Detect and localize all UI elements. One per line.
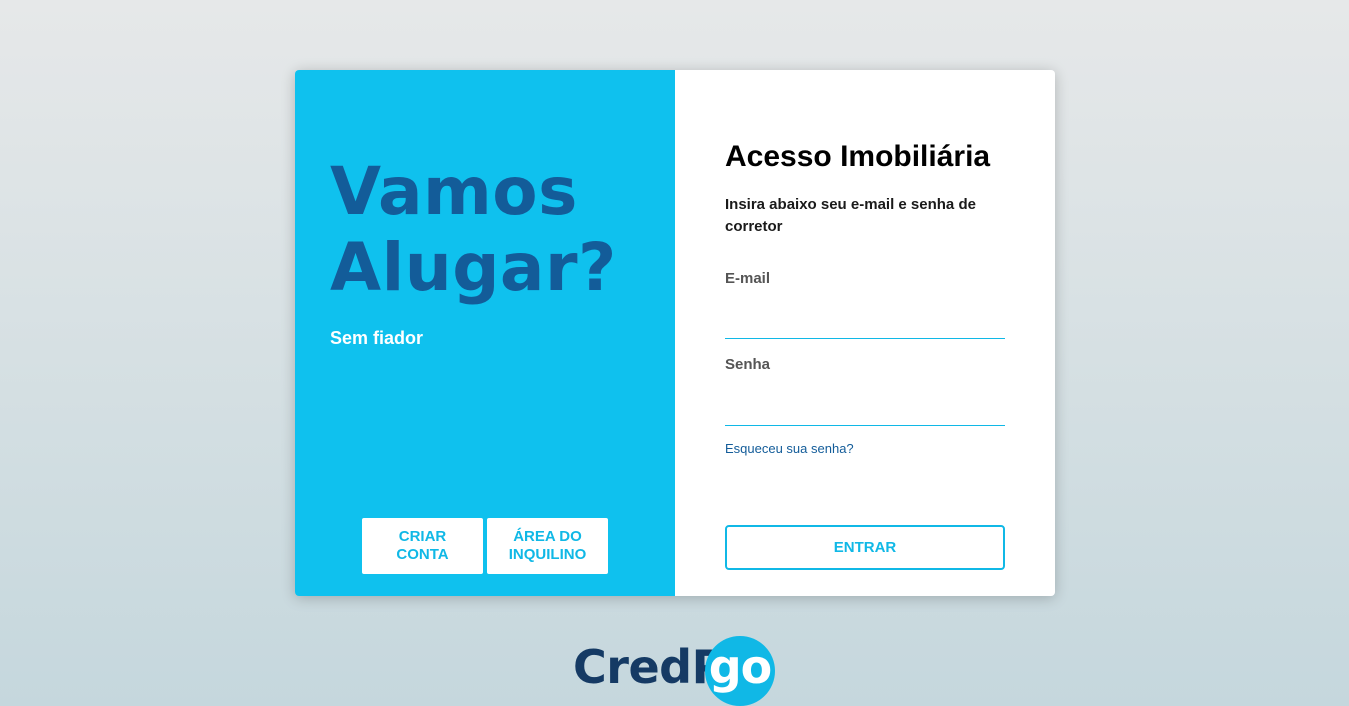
hero-headline-line1: Vamos — [330, 153, 578, 230]
form-subtitle: Insira abaixo seu e-mail e senha de corr… — [725, 196, 976, 235]
hero-button-group: CRIAR CONTA ÁREA DO INQUILINO — [362, 518, 608, 574]
email-field[interactable] — [725, 309, 1005, 339]
form-title: Acesso Imobiliária — [725, 140, 991, 173]
hero-tagline: Sem fiador — [330, 328, 424, 348]
hero-headline-line2: Alugar? — [330, 229, 617, 306]
email-label: E-mail — [725, 270, 771, 287]
hero-panel: Vamos Alugar? Sem fiador CRIAR CONTA ÁRE… — [295, 70, 675, 596]
submit-login-button[interactable]: ENTRAR — [725, 525, 1005, 570]
login-card: Vamos Alugar? Sem fiador CRIAR CONTA ÁRE… — [295, 70, 1055, 596]
login-form-panel: Acesso Imobiliária Insira abaixo seu e-m… — [675, 70, 1055, 596]
tenant-area-button[interactable]: ÁREA DO INQUILINO — [487, 518, 608, 574]
logo-circle-badge: go — [705, 636, 775, 706]
password-label: Senha — [725, 356, 771, 373]
create-account-button[interactable]: CRIAR CONTA — [362, 518, 483, 574]
logo-badge-text: go — [708, 640, 773, 694]
password-field[interactable] — [725, 396, 1005, 426]
forgot-password-link[interactable]: Esqueceu sua senha? — [725, 441, 854, 456]
hero-headline: Vamos Alugar? — [330, 154, 617, 306]
credpago-logo: CredPa go — [573, 636, 778, 706]
